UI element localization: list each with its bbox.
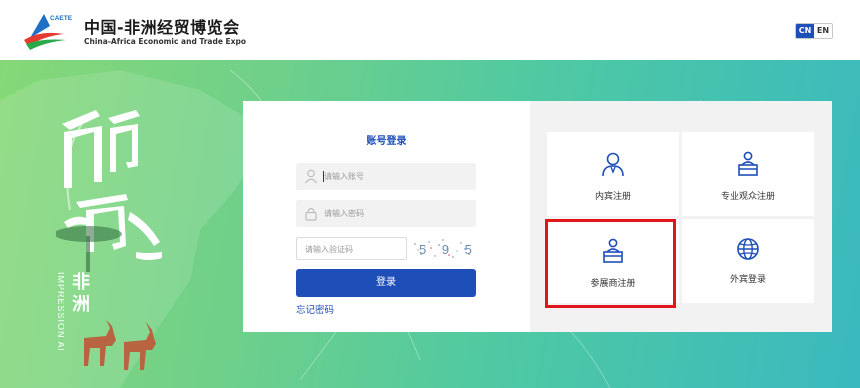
tile-label: 内宾注册 [594, 192, 631, 202]
impression-africa-text: IMPRESSION AFRICA [56, 272, 64, 350]
forgot-password-link[interactable]: 忘记密码 [296, 302, 334, 316]
password-field[interactable]: 请输入密码 [296, 200, 476, 227]
person-icon [602, 152, 624, 177]
brand-title-cn: 中国-非洲经贸博览会 [84, 18, 240, 37]
captcha-image[interactable]: 5 9 5 [409, 236, 477, 261]
impression-africa-label: IMPRESSION AFRICA [56, 272, 64, 350]
brand-title-en: China-Africa Economic and Trade Expo [84, 37, 247, 46]
globe-icon [737, 238, 759, 260]
logo-text: CAETE [50, 15, 73, 22]
account-field[interactable]: 请输入账号 [296, 163, 476, 190]
impression-calligraphy [56, 110, 162, 272]
login-card: 账号登录 请输入账号 请输入密码 请输入验证码 5 9 5 登录 忘记密码 内宾… [243, 101, 832, 332]
user-icon [305, 169, 317, 184]
password-input[interactable]: 请输入密码 [324, 208, 364, 219]
africa-cn-text: 非洲 [72, 272, 90, 315]
captcha-input[interactable]: 请输入验证码 [305, 244, 353, 255]
language-switch: CN EN [795, 23, 833, 39]
tile-label: 外宾登录 [729, 275, 766, 285]
antelope-illustration [84, 320, 156, 370]
lang-cn-button[interactable]: CN [796, 24, 814, 38]
lang-en-button[interactable]: EN [814, 24, 832, 38]
login-panel: 账号登录 请输入账号 请输入密码 请输入验证码 5 9 5 登录 忘记密码 [243, 101, 530, 332]
site-header: CAETE 中国-非洲经贸博览会 China-Africa Economic a… [0, 0, 860, 60]
domestic-guest-register-tile[interactable]: 内宾注册 [547, 132, 679, 216]
exhibitor-highlight-box [545, 219, 676, 308]
foreign-guest-login-tile[interactable]: 外宾登录 [682, 219, 814, 303]
account-input[interactable]: 请输入账号 [324, 171, 364, 182]
login-title[interactable]: 账号登录 [243, 132, 530, 147]
captcha-field[interactable]: 请输入验证码 [296, 237, 407, 260]
tile-label: 专业观众注册 [720, 192, 775, 202]
podium-person-icon [738, 151, 758, 176]
captcha-text: 5 9 5 [419, 242, 477, 257]
caete-logo[interactable]: CAETE [20, 8, 74, 52]
lock-icon [305, 207, 317, 221]
pro-visitor-register-tile[interactable]: 专业观众注册 [682, 132, 814, 216]
login-button[interactable]: 登录 [296, 269, 476, 297]
